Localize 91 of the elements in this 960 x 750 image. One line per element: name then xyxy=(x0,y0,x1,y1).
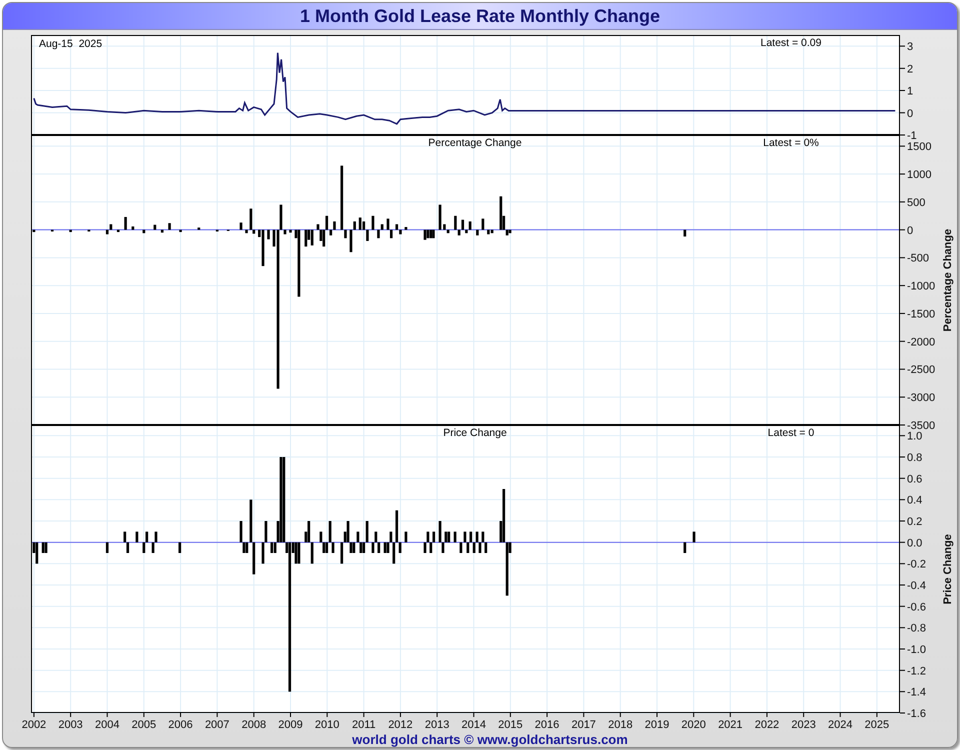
chart-bar xyxy=(684,230,686,236)
axis-tick-label: 2024 xyxy=(828,719,852,731)
chart-bar xyxy=(132,226,134,230)
axis-tick-label: 2002 xyxy=(22,719,46,731)
axis-tick-label: 0.0 xyxy=(907,537,922,550)
axis-tick-label: -500 xyxy=(907,252,930,265)
chart-bar xyxy=(240,222,242,230)
chart-bar xyxy=(692,532,696,542)
axis-tick-label: 500 xyxy=(907,196,926,209)
axis-tick-label: 0 xyxy=(907,224,914,237)
axis-tick-label: 2009 xyxy=(278,719,303,731)
chart-bar xyxy=(198,228,200,230)
axis-tick-label: 2010 xyxy=(314,719,340,731)
axis-tick-label: -1.2 xyxy=(907,665,926,678)
chart-bar xyxy=(372,216,374,230)
axis-tick-label: -2000 xyxy=(907,336,936,348)
axis-tick-label: 0 xyxy=(907,108,914,120)
chart-bar xyxy=(116,230,120,232)
chart-bar xyxy=(124,216,127,230)
axis-tick-label: 2 xyxy=(907,63,914,76)
axis-tick-label: -1500 xyxy=(907,308,936,320)
axis-tick-label: -0.2 xyxy=(907,558,926,571)
latest-value: Latest = 0 xyxy=(768,427,814,439)
axis-tick-label: 1000 xyxy=(907,169,932,182)
chart-bar xyxy=(289,230,292,233)
chart-bar xyxy=(179,230,182,232)
axis-tick-label: -1 xyxy=(907,130,917,142)
axis-tick-label: -1.0 xyxy=(907,644,926,656)
chart-bar xyxy=(69,230,72,232)
axis-title: Percentage Change xyxy=(940,228,955,332)
chart-bar xyxy=(154,224,156,230)
chart-bar xyxy=(476,230,479,236)
axis-tick-label: 1500 xyxy=(907,141,932,154)
axis-tick-label: 2011 xyxy=(352,719,376,731)
axis-tick-label: 2017 xyxy=(571,719,596,731)
axis-tick-label: 2015 xyxy=(498,719,523,731)
axis-tick-label: 2014 xyxy=(462,719,486,731)
axis-tick-label: 2004 xyxy=(95,719,120,731)
axis-tick-label: -3500 xyxy=(907,420,936,432)
axis-tick-label: 2003 xyxy=(58,719,83,731)
chart-bar xyxy=(438,204,442,230)
axis-tick-label: 2007 xyxy=(204,719,230,731)
chart-bar xyxy=(160,230,164,233)
axis-tick-label: 2005 xyxy=(132,719,156,731)
axis-tick-label: -3000 xyxy=(907,392,936,404)
axis-tick-label: 2013 xyxy=(424,719,450,731)
chart-bar xyxy=(684,542,686,553)
chart-bar xyxy=(136,532,138,542)
axis-tick-label: 2020 xyxy=(681,719,706,731)
chart-title: Price Change xyxy=(443,427,507,439)
axis-tick-label: -2500 xyxy=(907,364,936,376)
chart-bar xyxy=(245,230,248,234)
axis-tick-label: 2021 xyxy=(718,719,743,731)
latest-value: Latest = 0.09 xyxy=(760,37,822,49)
axis-tick-label: 2016 xyxy=(534,719,560,731)
axis-tick-label: 2006 xyxy=(168,719,193,731)
chart-bar xyxy=(454,532,456,542)
axis-tick-label: -0.8 xyxy=(907,622,926,635)
axis-tick-label: 0.4 xyxy=(907,494,922,507)
axis-tick-label: 2012 xyxy=(388,719,413,731)
chart-title: Percentage Change xyxy=(428,137,522,149)
axis-tick-label: -1.6 xyxy=(907,708,926,720)
axis-tick-label: 0.8 xyxy=(907,452,922,464)
chart-main-title: 1 Month Gold Lease Rate Monthly Change xyxy=(300,4,660,28)
axis-title: Price Change xyxy=(940,534,955,604)
latest-value: Latest = 0% xyxy=(763,137,819,149)
axis-tick-label: 3 xyxy=(907,41,914,54)
axis-tick-label: -1.4 xyxy=(907,686,926,699)
axis-tick-label: 2018 xyxy=(608,719,633,731)
axis-tick-label: 1.0 xyxy=(907,430,922,443)
chart-bar xyxy=(267,230,270,240)
footer-credit: world gold charts © www.goldchartsrus.com xyxy=(352,733,628,747)
axis-tick-label: 0.2 xyxy=(907,516,922,528)
chart-bar xyxy=(404,227,408,230)
chart-bar xyxy=(106,542,109,553)
chart-bar xyxy=(168,223,171,230)
chart-bar xyxy=(178,542,182,553)
axis-tick-label: 0.6 xyxy=(907,473,922,486)
axis-tick-label: -0.6 xyxy=(907,601,926,614)
chart-bar xyxy=(482,218,484,230)
axis-tick-label: 2025 xyxy=(864,719,890,731)
axis-tick-label: 1 xyxy=(907,86,914,98)
chart-bar xyxy=(142,230,146,234)
chart-bar xyxy=(404,532,408,542)
axis-tick-label: 2019 xyxy=(644,719,670,731)
axis-tick-label: -1000 xyxy=(907,280,936,293)
date-label: Aug-15 2025 xyxy=(39,38,102,50)
axis-tick-label: -0.4 xyxy=(907,580,926,592)
axis-tick-label: 2023 xyxy=(791,719,816,731)
axis-tick-label: 2022 xyxy=(754,719,780,731)
axis-tick-label: 2008 xyxy=(242,719,266,731)
